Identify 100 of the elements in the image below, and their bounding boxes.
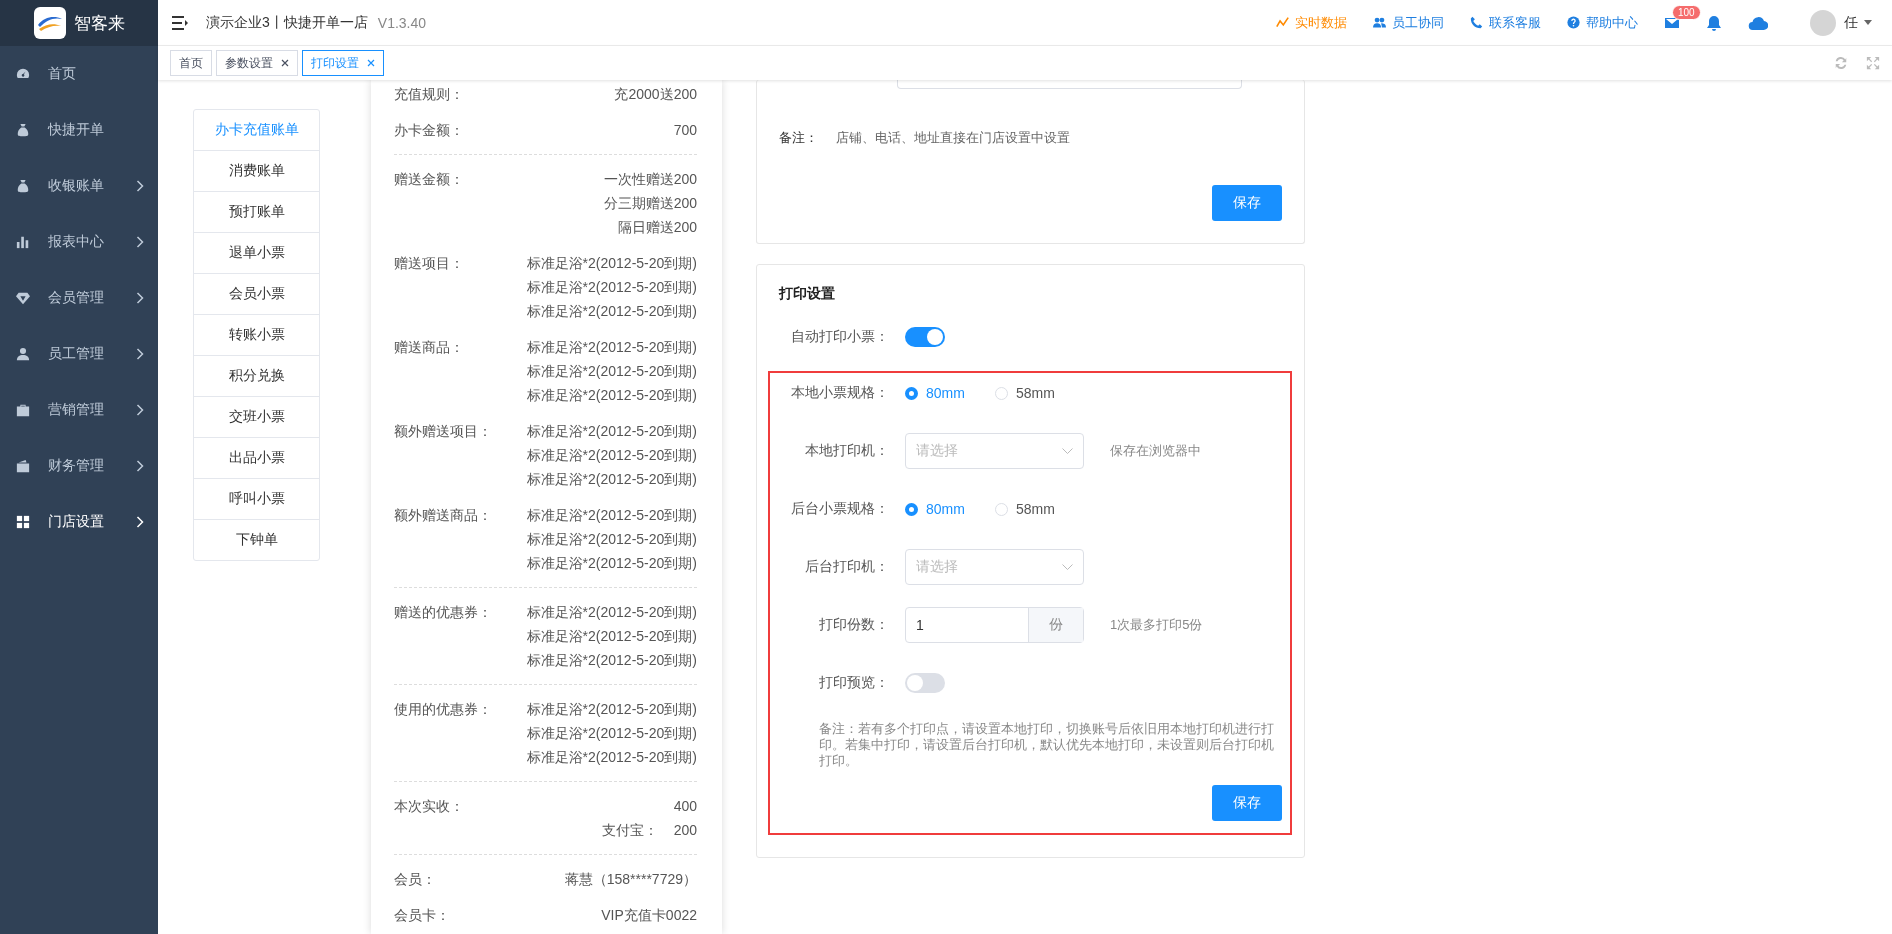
sidebar-item[interactable]: 会员管理 [0,270,158,326]
receipt-value: 标准足浴*2(2012-5-20到期) [526,748,697,767]
receipt-label: 赠送的优惠券： [394,603,492,622]
ticket-type-item[interactable]: 积分兑换 [194,355,319,396]
radio-option[interactable]: 58mm [994,501,1055,517]
receipt-value: 标准足浴*2(2012-5-20到期) [526,254,697,273]
hint-text: 保存在浏览器中 [1110,442,1201,460]
receipt-label: 支付宝： [601,821,658,840]
diamond-icon [16,291,30,305]
field-label: 后台小票规格： [790,500,889,518]
receipt-value: 标准足浴*2(2012-5-20到期) [526,554,697,573]
ticket-type-item[interactable]: 会员小票 [194,273,319,314]
header-link[interactable]: 帮助中心 [1567,13,1638,32]
phone-icon [1470,16,1483,29]
ticket-type-item[interactable]: 呼叫小票 [194,478,319,519]
toggle-switch[interactable] [905,673,945,693]
receipt-value: 标准足浴*2(2012-5-20到期) [526,302,697,321]
ticket-type-item[interactable]: 办卡充值账单 [194,110,319,150]
receipt-value: 标准足浴*2(2012-5-20到期) [526,651,697,670]
receipt-label: 会员卡： [394,906,450,925]
field-label: 自动打印小票： [790,328,889,346]
receipt-value: 标准足浴*2(2012-5-20到期) [526,506,697,525]
money-bag-icon [16,179,30,193]
receipt-value: 标准足浴*2(2012-5-20到期) [526,386,697,405]
receipt-value: 标准足浴*2(2012-5-20到期) [526,603,697,622]
hint-text: 1次最多打印5份 [1110,616,1203,634]
field-label: 打印预览： [818,674,889,692]
unit-label: 份 [1028,608,1083,642]
gauge-icon [16,67,30,81]
header-link[interactable]: 联系客服 [1470,13,1541,32]
radio-option[interactable]: 58mm [994,385,1055,401]
receipt-label: 赠送项目： [394,254,464,273]
ticket-type-item[interactable]: 转账小票 [194,314,319,355]
receipt-value: 隔日赠送200 [617,218,697,237]
receipt-value: 分三期赠送200 [603,194,697,213]
receipt-value: 标准足浴*2(2012-5-20到期) [526,724,697,743]
pulse-icon [1276,16,1289,29]
ticket-type-item[interactable]: 预打账单 [194,191,319,232]
ticket-type-item[interactable]: 退单小票 [194,232,319,273]
bell-icon [1706,14,1722,31]
chevron-down-icon [1062,564,1073,570]
receipt-value: 充2000送200 [614,85,697,104]
number-field[interactable]: 1 份 [905,607,1084,643]
receipt-label: 额外赠送项目： [394,422,492,441]
receipt-value: VIP充值卡0022 [601,906,697,925]
receipt-value: 一次性赠送200 [603,170,697,189]
receipt-value: 标准足浴*2(2012-5-20到期) [526,278,697,297]
money-bag-icon [16,123,30,137]
input-field[interactable] [897,80,1242,89]
field-label: 后台打印机： [804,558,889,576]
people-icon [1373,16,1386,29]
receipt-label: 办卡金额： [394,121,464,140]
ticket-type-item[interactable]: 出品小票 [194,437,319,478]
page-tab[interactable]: 首页 [170,50,212,76]
briefcase-icon [16,403,30,417]
note-text: 备注：若有多个打印点，请设置本地打印，切换账号后依旧用本地打印机进行打印。若集中打印，请设置后台打印机，默认优先本地打印，未设置则后台打印机打印。 [819,721,1275,769]
bar-chart-icon [16,235,30,249]
person-icon [16,347,30,361]
sidebar-item[interactable]: 报表中心 [0,214,158,270]
receipt-value: 700 [673,121,697,140]
sidebar-item[interactable]: 员工管理 [0,326,158,382]
receipt-value: 标准足浴*2(2012-5-20到期) [526,470,697,489]
ticket-type-item[interactable]: 交班小票 [194,396,319,437]
sidebar-item[interactable]: 门店设置 [0,494,158,550]
fullscreen-icon [1866,56,1880,70]
user-name[interactable]: 任 [1844,13,1858,32]
field-label: 本地小票规格： [790,384,889,402]
company-name: 演示企业3丨快捷开单一店 [206,13,368,32]
logo-icon [33,7,66,39]
refresh-icon [1834,56,1848,70]
note-text: 店铺、电话、地址直接在门店设置中设置 [836,129,1070,147]
sidebar-item[interactable]: 首页 [0,46,158,102]
receipt-label: 本次实收： [394,797,464,816]
page-tab[interactable]: 参数设置 [216,50,298,76]
receipt-value: 蒋慧（158****7729） [564,870,697,889]
receipt-value: 200 [673,821,697,840]
sidebar-item[interactable]: 财务管理 [0,438,158,494]
receipt-value: 标准足浴*2(2012-5-20到期) [526,530,697,549]
menu-icon [172,15,188,30]
header-link[interactable]: 员工协同 [1373,13,1444,32]
cloud-icon [1748,14,1768,31]
toggle-switch[interactable] [905,327,945,347]
field-label: 本地打印机： [804,442,889,460]
sidebar-item[interactable]: 快捷开单 [0,102,158,158]
sidebar-item[interactable]: 营销管理 [0,382,158,438]
caret-icon [1864,20,1872,25]
note-label: 备注： [779,129,818,147]
card-title: 打印设置 [779,285,836,303]
receipt-value: 标准足浴*2(2012-5-20到期) [526,700,697,719]
sidebar-item[interactable]: 收银账单 [0,158,158,214]
ticket-type-item[interactable]: 下钟单 [194,519,319,560]
chevron-down-icon [1062,448,1073,454]
receipt-label: 充值规则： [394,85,464,104]
receipt-label: 额外赠送商品： [394,506,492,525]
page-tab[interactable]: 打印设置 [302,50,384,76]
receipt-value: 标准足浴*2(2012-5-20到期) [526,446,697,465]
ticket-type-item[interactable]: 消费账单 [194,150,319,191]
grid-icon [16,515,30,529]
close-icon[interactable] [281,59,289,67]
app-name: 智客来 [73,12,125,35]
